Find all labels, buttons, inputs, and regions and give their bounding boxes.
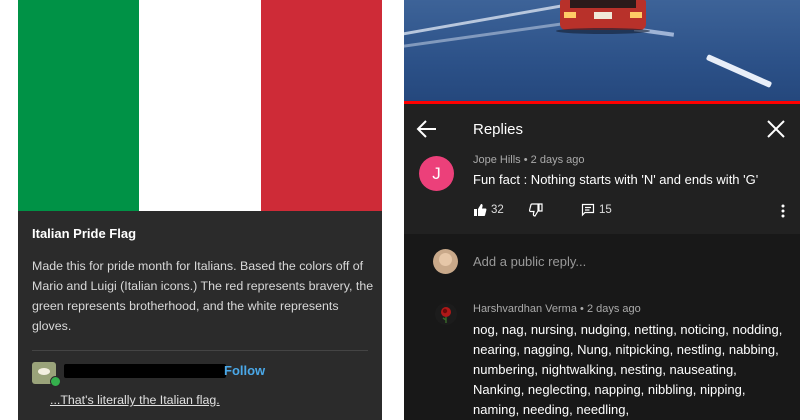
post-title: Italian Pride Flag (32, 226, 137, 241)
right-panel: Replies J Jope Hills • 2 days ago Fun fa… (404, 0, 800, 420)
add-reply-row[interactable]: Add a public reply... (404, 234, 800, 289)
like-count: 32 (491, 204, 504, 216)
thumbs-down-icon (529, 203, 543, 217)
divider (32, 350, 368, 351)
reblog-badge-icon (50, 376, 61, 387)
car-image (556, 0, 650, 34)
reply-author[interactable]: Harshvardhan Verma (473, 303, 577, 315)
more-options-icon[interactable] (780, 203, 786, 219)
follow-button[interactable]: Follow (224, 363, 265, 378)
car-window (570, 0, 636, 8)
thumbs-up-icon (474, 204, 487, 216)
replies-header: Replies (404, 104, 800, 154)
replies-title: Replies (473, 121, 524, 138)
user-avatar (433, 249, 458, 274)
meta-separator: • (523, 154, 531, 166)
avatar-face (439, 253, 452, 266)
comment-time: 2 days ago (530, 154, 585, 166)
back-arrow-icon[interactable] (416, 119, 438, 139)
dislike-button[interactable] (529, 203, 543, 217)
like-button[interactable]: 32 (473, 203, 504, 217)
avatar[interactable]: J (419, 156, 454, 191)
reply-input[interactable]: Add a public reply... (473, 254, 586, 269)
reply-meta: Harshvardhan Verma • 2 days ago (473, 303, 641, 315)
parent-comment: J Jope Hills • 2 days ago Fun fact : Not… (404, 154, 800, 234)
reply-text: nog, nag, nursing, nudging, netting, not… (473, 322, 783, 417)
car-taillight (564, 12, 576, 18)
car-shadow (556, 28, 650, 34)
flag-stripe-red (260, 0, 382, 211)
rose-icon (435, 303, 457, 325)
comment-text: Fun fact : Nothing starts with 'N' and e… (473, 172, 759, 187)
tumblr-post: Italian Pride Flag Made this for pride m… (18, 0, 382, 420)
avatar-eye-icon (38, 368, 50, 375)
flag-stripe-green (18, 0, 140, 211)
reply-comment-icon (581, 203, 595, 217)
flag-stripe-white (139, 0, 261, 211)
meta-separator: • (580, 303, 587, 315)
reblog-comment: ...That's literally the Italian flag. (50, 393, 220, 407)
video-player[interactable] (404, 0, 800, 104)
post-body: Made this for pride month for Italians. … (32, 259, 374, 333)
replies-count: 15 (599, 204, 612, 216)
car-plate (594, 12, 612, 19)
avatar[interactable] (435, 303, 457, 325)
redacted-username (64, 364, 226, 378)
replies-button[interactable]: 15 (581, 203, 612, 217)
italian-flag-image (18, 0, 382, 211)
left-panel: Italian Pride Flag Made this for pride m… (0, 0, 400, 420)
reply-comment: Harshvardhan Verma • 2 days ago nog, nag… (404, 289, 800, 420)
comment-author[interactable]: Jope Hills (473, 154, 521, 166)
car-taillight (630, 12, 642, 18)
road-marking (705, 54, 773, 88)
comment-meta: Jope Hills • 2 days ago (473, 154, 585, 166)
reply-time: 2 days ago (586, 303, 641, 315)
close-icon[interactable] (766, 119, 786, 139)
